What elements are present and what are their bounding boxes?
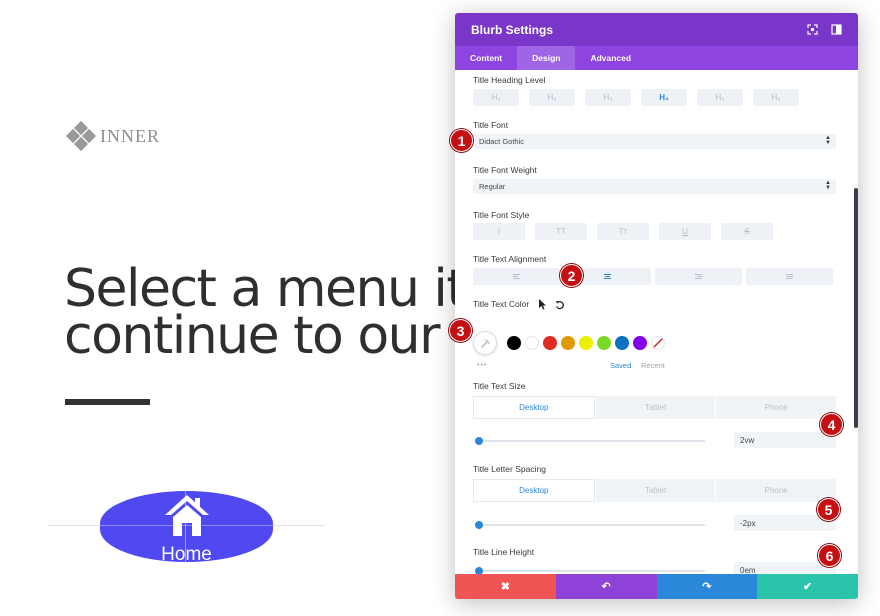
title-font-weight-value: Regular — [479, 182, 506, 191]
title-text-alignment-label: Title Text Alignment — [473, 254, 547, 264]
swatch-orange[interactable] — [561, 336, 575, 350]
sidebar-toggle-icon[interactable] — [827, 21, 845, 39]
text-size-tab-phone[interactable]: Phone — [716, 396, 837, 419]
slider-handle[interactable] — [475, 567, 483, 574]
title-letter-spacing-label: Title Letter Spacing — [473, 464, 546, 474]
headline-line-2: continue to our — [64, 306, 441, 360]
cancel-button[interactable]: ✖ — [455, 574, 556, 599]
align-right-icon — [695, 274, 702, 279]
modal-header: Blurb Settings — [455, 13, 858, 46]
title-line-height-label: Title Line Height — [473, 547, 535, 557]
eyedropper-icon — [480, 338, 490, 348]
slider-handle[interactable] — [475, 521, 483, 529]
site-logo[interactable]: INNER — [65, 120, 160, 152]
reset-icon[interactable] — [555, 297, 565, 315]
text-size-device-tabs: Desktop Tablet Phone — [473, 396, 837, 419]
headline-divider — [65, 399, 150, 405]
select-arrows-icon: ▲ ▼ — [825, 135, 831, 146]
home-label: Home — [161, 544, 212, 562]
saved-colors-tab[interactable]: Saved — [610, 361, 631, 370]
font-style-capitalize[interactable]: Tᴛ — [597, 223, 649, 240]
align-justify-icon — [786, 274, 793, 279]
swatch-yellow[interactable] — [579, 336, 593, 350]
swatch-transparent[interactable] — [651, 336, 665, 350]
logo-text: INNER — [100, 125, 160, 146]
marker-4: 4 — [820, 413, 843, 436]
swatch-black[interactable] — [507, 336, 521, 350]
marker-2: 2 — [560, 264, 583, 287]
undo-button[interactable]: ↶ — [555, 574, 657, 599]
slider-handle[interactable] — [475, 437, 483, 445]
heading-level-h2[interactable]: H₂ — [529, 89, 575, 106]
text-size-tab-desktop[interactable]: Desktop — [473, 396, 595, 419]
more-colors-icon[interactable]: ••• — [477, 362, 487, 369]
letter-spacing-tab-tablet[interactable]: Tablet — [595, 479, 716, 502]
swatch-green[interactable] — [597, 336, 611, 350]
save-button[interactable]: ✔ — [757, 574, 858, 599]
align-center-icon — [604, 274, 611, 279]
swatch-blue[interactable] — [615, 336, 629, 350]
tab-design[interactable]: Design — [517, 46, 576, 70]
settings-scrollbar[interactable] — [854, 188, 858, 428]
text-size-input[interactable]: 2vw — [734, 432, 836, 448]
title-font-label: Title Font — [473, 120, 509, 130]
title-font-select[interactable]: Didact Gothic ▲ ▼ — [473, 134, 836, 149]
marker-3: 3 — [449, 319, 472, 342]
tab-advanced[interactable]: Advanced — [575, 46, 646, 70]
marker-6: 6 — [818, 544, 841, 567]
blurb-settings-modal: Blurb Settings Content Design Advanced T… — [455, 13, 858, 599]
modal-footer: ✖ ↶ ↷ ✔ — [455, 574, 858, 599]
recent-colors-tab[interactable]: Recent — [641, 361, 665, 370]
font-style-strikethrough[interactable]: S — [721, 223, 773, 240]
heading-level-h6[interactable]: H₆ — [753, 89, 799, 106]
letter-spacing-device-tabs: Desktop Tablet Phone — [473, 479, 837, 502]
title-font-weight-select[interactable]: Regular ▲ ▼ — [473, 179, 836, 194]
swatch-white[interactable] — [525, 336, 539, 350]
heading-level-h3[interactable]: H₃ — [585, 89, 631, 106]
text-alignment-options — [473, 268, 833, 285]
title-font-value: Didact Gothic — [479, 137, 525, 146]
heading-level-h5[interactable]: H₅ — [697, 89, 743, 106]
home-blurb-button[interactable]: Home — [100, 491, 273, 562]
redo-button[interactable]: ↷ — [656, 574, 758, 599]
color-swatches — [473, 331, 669, 355]
color-picker-button[interactable] — [473, 331, 497, 355]
line-height-slider[interactable] — [475, 567, 705, 574]
align-justify-button[interactable] — [746, 268, 833, 285]
heading-level-h4[interactable]: H₄ — [641, 89, 687, 106]
heading-level-options: H₁ H₂ H₃ H₄ H₅ H₆ — [473, 89, 799, 106]
home-icon — [165, 495, 209, 536]
settings-body: Title Heading Level H₁ H₂ H₃ H₄ H₅ H₆ Ti… — [455, 70, 858, 574]
align-left-icon — [513, 274, 520, 279]
align-right-button[interactable] — [655, 268, 742, 285]
select-arrows-icon: ▲ ▼ — [825, 180, 831, 191]
letter-spacing-tab-desktop[interactable]: Desktop — [473, 479, 595, 502]
swatch-purple[interactable] — [633, 336, 647, 350]
modal-title: Blurb Settings — [471, 22, 554, 37]
letter-spacing-tab-phone[interactable]: Phone — [716, 479, 837, 502]
logo-diamond-icon — [65, 120, 97, 152]
title-font-weight-label: Title Font Weight — [473, 165, 537, 175]
letter-spacing-slider[interactable] — [475, 521, 705, 529]
text-size-slider[interactable] — [475, 437, 705, 445]
title-text-color-label: Title Text Color — [473, 299, 530, 309]
font-style-uppercase[interactable]: TT — [535, 223, 587, 240]
marker-5: 5 — [817, 498, 840, 521]
heading-level-h1[interactable]: H₁ — [473, 89, 519, 106]
swatch-red[interactable] — [543, 336, 557, 350]
font-style-underline[interactable]: U — [659, 223, 711, 240]
font-style-italic[interactable]: I — [473, 223, 525, 240]
cursor-icon[interactable] — [539, 297, 547, 315]
font-style-options: I TT Tᴛ U S — [473, 223, 773, 240]
title-font-style-label: Title Font Style — [473, 210, 530, 220]
expand-icon[interactable] — [803, 21, 821, 39]
hero-headline: Select a menu it continue to our — [64, 266, 464, 360]
marker-1: 1 — [450, 129, 473, 152]
title-text-size-label: Title Text Size — [473, 381, 526, 391]
align-left-button[interactable] — [473, 268, 560, 285]
text-size-tab-tablet[interactable]: Tablet — [595, 396, 716, 419]
tab-content[interactable]: Content — [455, 46, 517, 70]
title-heading-level-label: Title Heading Level — [473, 75, 546, 85]
modal-tabs: Content Design Advanced — [455, 46, 858, 70]
